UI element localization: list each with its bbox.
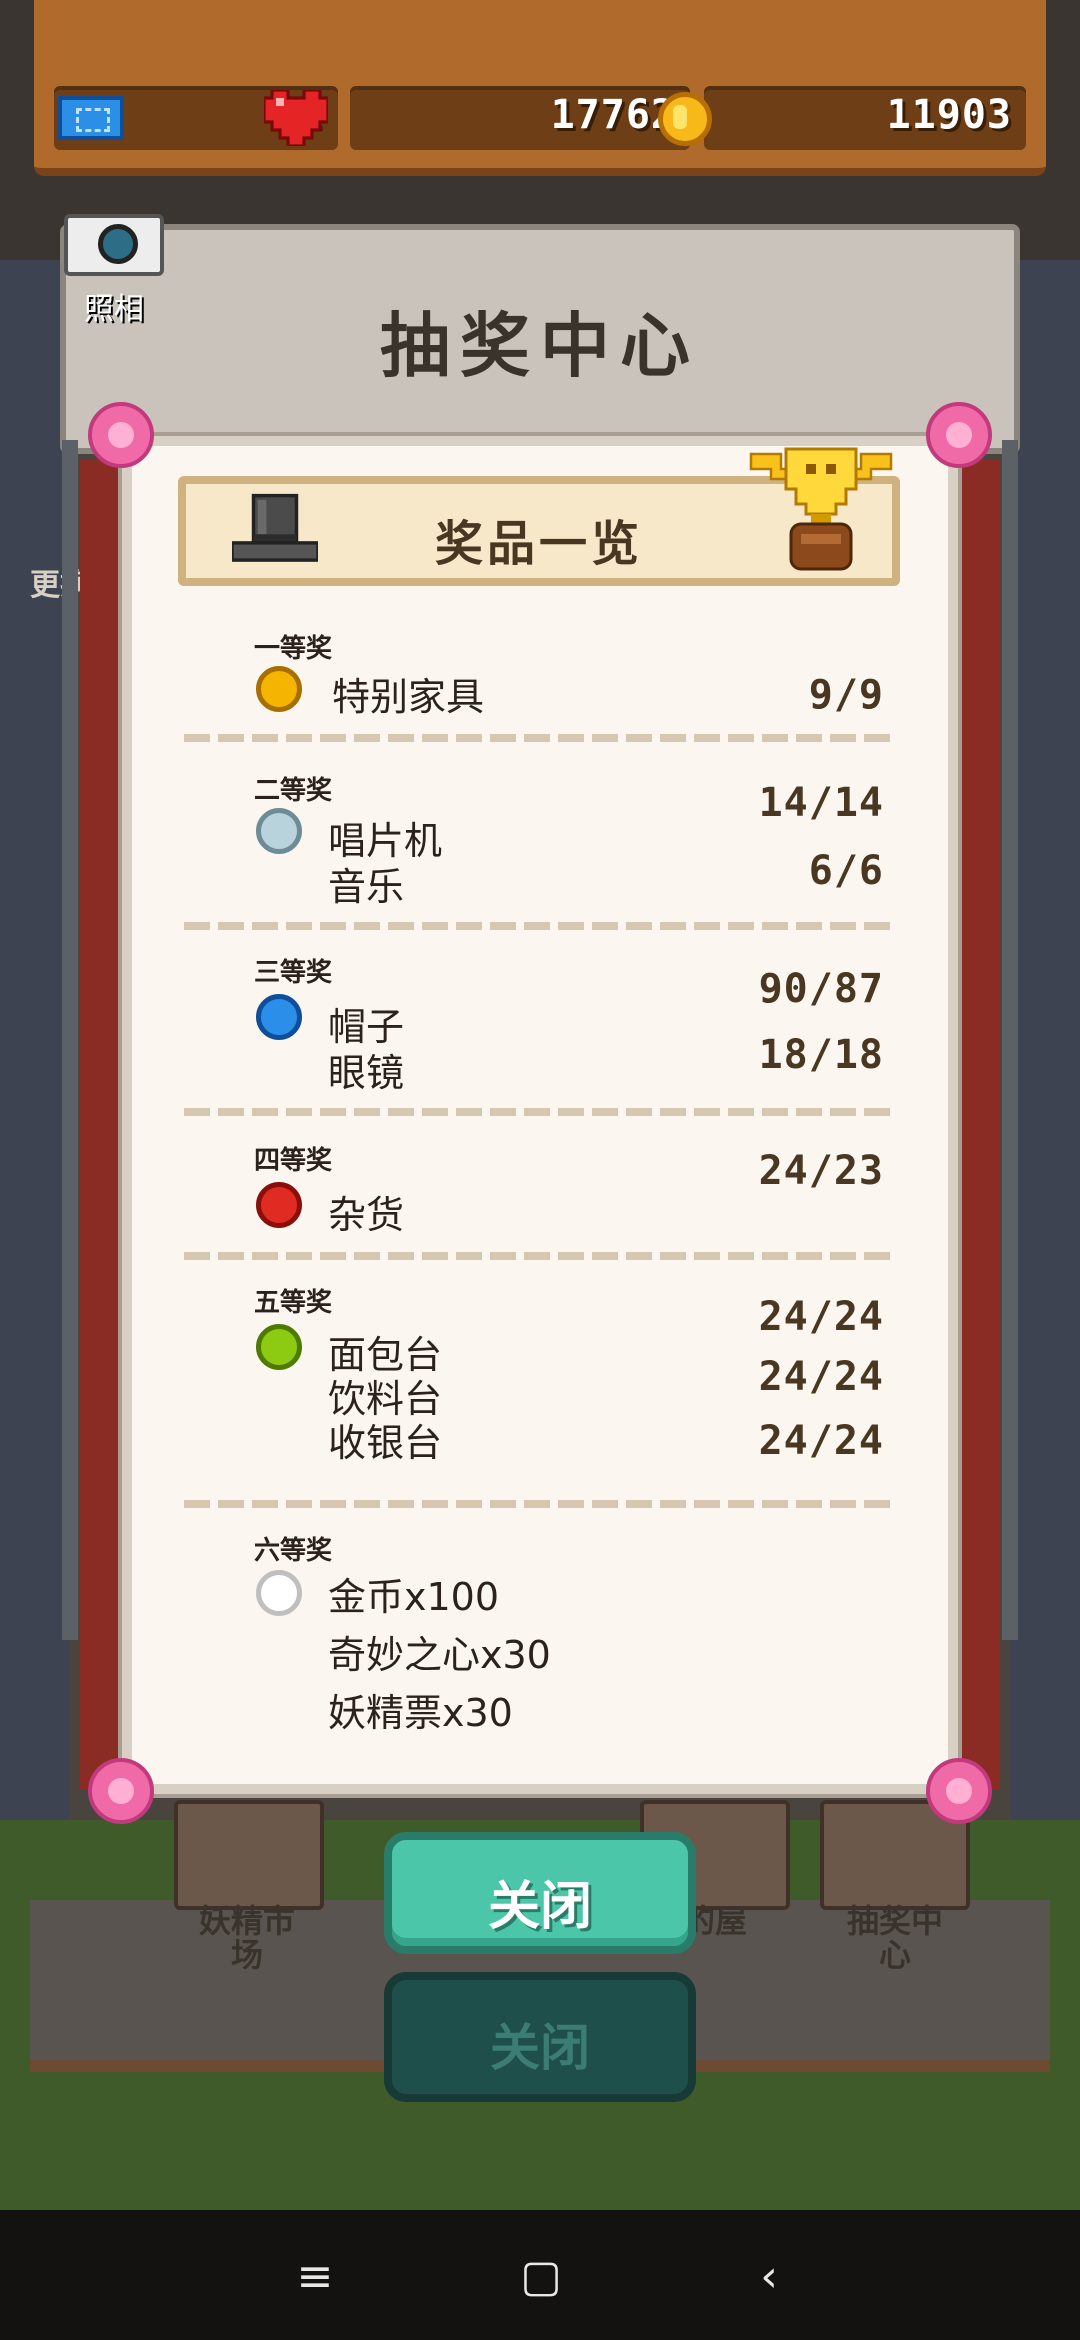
pole-right <box>1002 440 1018 1640</box>
red-orb-icon <box>256 1182 302 1228</box>
prize-item-name: 金币x100 <box>328 1575 500 1619</box>
close-button-secondary[interactable]: 关闭 <box>384 1972 696 2102</box>
camera-label: 照相 <box>84 292 144 327</box>
white-orb-icon <box>256 1570 302 1616</box>
divider <box>184 1252 896 1260</box>
stall-title: 抽奖中心 <box>380 305 700 387</box>
tier-label: 五等奖 <box>254 1288 333 1318</box>
prize-item-name: 收银台 <box>328 1421 443 1465</box>
currency-bar: 92 17762 11903 <box>54 86 1026 150</box>
tier-label: 一等奖 <box>254 634 333 664</box>
camera-icon <box>64 214 164 276</box>
heart-icon <box>264 90 328 146</box>
divider <box>184 1500 896 1508</box>
flower-decoration-bottom-left <box>88 1758 154 1824</box>
scene-wall-left <box>0 260 70 1820</box>
prize-item-count: 24/24 <box>758 1418 884 1464</box>
close-button-label: 关闭 <box>487 1877 592 1937</box>
prize-item-count: 6/6 <box>808 848 884 894</box>
home-icon[interactable]: ▢ <box>516 2252 566 2302</box>
tier-label: 三等奖 <box>254 958 333 988</box>
silver-orb-icon <box>256 808 302 854</box>
prize-item-name: 眼镜 <box>328 1051 405 1095</box>
prize-item-name: 音乐 <box>328 865 405 909</box>
divider <box>184 922 896 930</box>
prize-item-name: 妖精票x30 <box>328 1691 513 1735</box>
coin-icon <box>658 92 712 146</box>
back-icon[interactable]: ‹ <box>744 2252 794 2302</box>
camera-button[interactable]: 照相 <box>64 214 164 327</box>
shop-fairy-market[interactable] <box>174 1800 324 1910</box>
prize-item-name: 特别家具 <box>332 675 485 719</box>
close-button-secondary-label: 关闭 <box>490 2019 590 2077</box>
prize-item-count: 24/24 <box>758 1294 884 1340</box>
tier-label: 二等奖 <box>254 776 333 806</box>
scene-wall-right <box>1010 260 1080 1820</box>
flower-decoration-bottom-right <box>926 1758 992 1824</box>
prize-item-name: 奇妙之心x30 <box>328 1633 551 1677</box>
divider <box>184 734 896 742</box>
flower-decoration-top-left <box>88 402 154 468</box>
green-orb-icon <box>256 1324 302 1370</box>
fairy-ticket-icon <box>58 96 124 140</box>
prize-item-name: 杂货 <box>328 1193 405 1237</box>
coin-counter[interactable]: 11903 <box>704 86 1026 150</box>
prize-list-header: 奖品一览 <box>178 447 900 586</box>
menu-icon[interactable]: ≡ <box>290 2252 340 2302</box>
prize-item-count: 9/9 <box>808 672 884 718</box>
pole-left <box>62 440 78 1640</box>
prize-item-count: 90/87 <box>758 966 884 1012</box>
prize-item-count: 24/24 <box>758 1354 884 1400</box>
shop-fairy-market-label: 妖精市场 <box>198 1902 295 1974</box>
tier-label: 六等奖 <box>254 1536 333 1566</box>
tier-label: 四等奖 <box>254 1146 333 1176</box>
shop-lottery-label: 抽奖中心 <box>846 1902 943 1974</box>
blue-orb-icon <box>256 994 302 1040</box>
divider <box>184 1108 896 1116</box>
prize-item-count: 14/14 <box>758 780 884 826</box>
close-button[interactable]: 关闭 <box>384 1832 696 1954</box>
gold-orb-icon <box>256 666 302 712</box>
heart-counter[interactable]: 17762 <box>350 86 690 150</box>
prize-item-count: 18/18 <box>758 1032 884 1078</box>
coin-count: 11903 <box>886 92 1012 138</box>
flower-decoration-top-right <box>926 402 992 468</box>
prize-item-count: 24/23 <box>758 1148 884 1194</box>
trophy-icon <box>749 447 893 571</box>
